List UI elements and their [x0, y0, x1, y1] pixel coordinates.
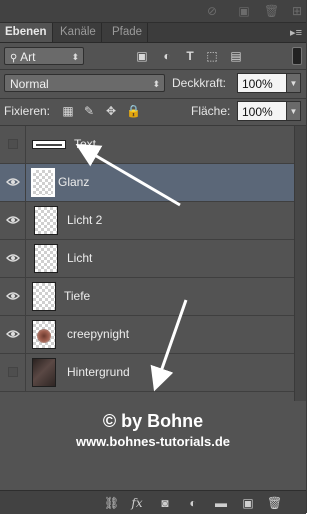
- link-layers-icon[interactable]: ⛓: [104, 496, 119, 510]
- watermark-copyright: © by Bohne: [102, 411, 204, 431]
- adjustment-layer-icon[interactable]: ◐: [186, 496, 200, 510]
- add-mask-icon[interactable]: ◙: [158, 496, 172, 510]
- trash-icon[interactable]: 🗑: [267, 496, 282, 510]
- layer-style-icon[interactable]: fx: [130, 496, 144, 510]
- panel-bottom-toolbar: ⛓ fx ◙ ◐ ▬ ▣ 🗑: [0, 490, 306, 514]
- layers-panel: ⊘ ▣ 🗑 ⊞ Ebenen Kanäle Pfade ▸≡ ⚲ Art ⬍ ▣…: [0, 0, 307, 514]
- watermark-url: www.bohnes-tutorials.de: [75, 434, 231, 449]
- annotation-arrow-text: [75, 143, 181, 207]
- group-folder-icon[interactable]: ▬: [214, 496, 228, 510]
- annotation-arrow-hintergrund: [150, 299, 188, 392]
- new-layer-icon[interactable]: ▣: [241, 496, 255, 510]
